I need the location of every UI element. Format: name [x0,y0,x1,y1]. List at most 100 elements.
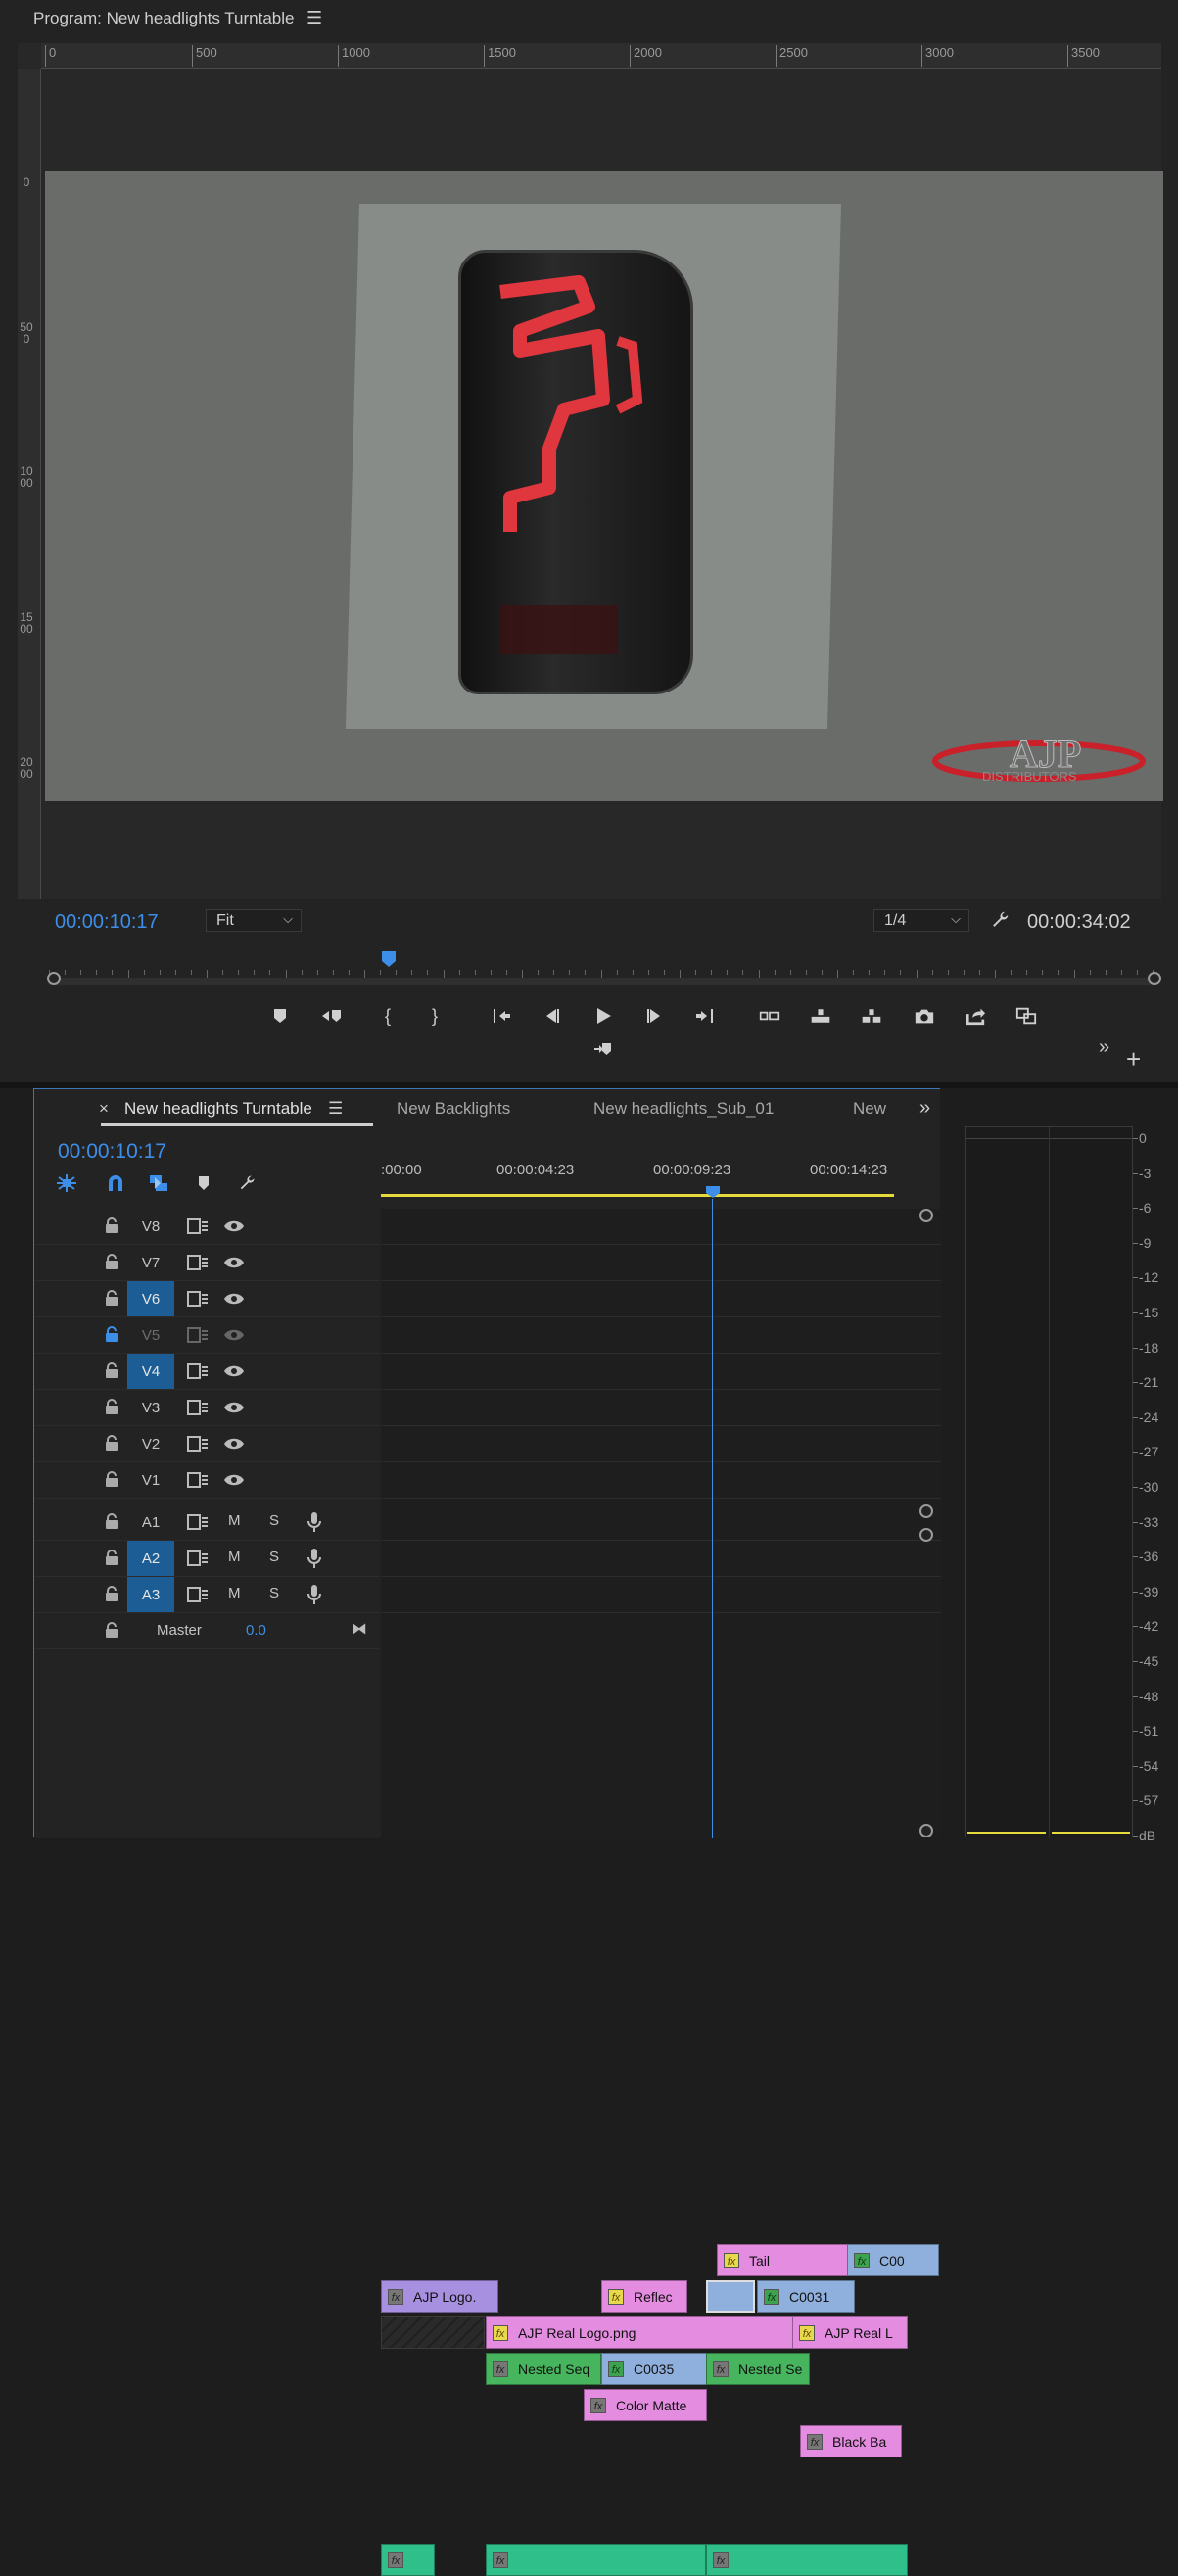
sync-lock-icon[interactable] [187,1587,209,1602]
lock-icon[interactable] [105,1326,118,1342]
mic-icon[interactable] [306,1548,322,1569]
panel-menu-icon[interactable]: ☰ [306,8,322,28]
track-header-master[interactable]: Master 0.0 ⧓ [34,1613,379,1649]
lock-icon[interactable] [105,1217,118,1233]
track-lane-a2[interactable] [381,1541,941,1577]
eye-icon[interactable] [223,1218,245,1234]
clip-v5-ajp-real-logo[interactable]: fx AJP Real Logo.png [486,2316,793,2349]
timeline-settings-button[interactable] [234,1171,259,1195]
scroll-handle-bottom[interactable] [919,1824,933,1837]
clip-v6-ajp-logo[interactable]: fx AJP Logo. [381,2280,498,2313]
eye-icon[interactable] [223,1436,245,1452]
go-to-out-button[interactable] [689,1001,721,1030]
eye-icon[interactable] [223,1400,245,1415]
mute-button[interactable]: M [228,1512,241,1529]
track-lane-v4[interactable] [381,1354,941,1390]
wrench-settings-icon[interactable] [989,909,1011,936]
solo-button[interactable]: S [269,1585,279,1601]
linked-selection-button[interactable] [146,1171,171,1195]
go-to-next-marker-button[interactable] [588,1034,619,1064]
track-target-v2[interactable]: V2 [127,1426,174,1461]
lock-icon[interactable] [105,1254,118,1269]
step-back-button[interactable] [537,1001,568,1030]
go-to-in-button[interactable] [486,1001,517,1030]
sync-lock-icon[interactable] [187,1514,209,1530]
sync-lock-icon[interactable] [187,1255,209,1270]
sync-lock-icon[interactable] [187,1400,209,1415]
lift-button[interactable] [805,1001,836,1030]
track-target-v1[interactable]: V1 [127,1462,174,1498]
track-header-v3[interactable]: V3 [34,1390,379,1426]
tab-new-backlights[interactable]: New Backlights [397,1099,510,1119]
track-target-v3[interactable]: V3 [127,1390,174,1425]
mute-button[interactable]: M [228,1549,241,1565]
monitor-playhead[interactable] [381,950,397,968]
share-button[interactable] [960,1001,991,1030]
sync-lock-icon[interactable] [187,1550,209,1566]
more-controls-icon[interactable]: » [1099,1036,1109,1059]
insert-button[interactable] [754,1001,785,1030]
clip-v6-selected[interactable] [706,2280,755,2313]
scroll-handle-audio-start[interactable] [919,1528,933,1542]
audio-clip-a2-1[interactable]: fx [381,2544,435,2576]
eye-icon[interactable] [223,1291,245,1307]
panel-menu-icon[interactable]: ☰ [328,1099,343,1119]
zoom-handle-right[interactable] [1148,972,1161,985]
track-lane-v7[interactable] [381,1245,941,1281]
tab-new-headlights-turntable[interactable]: New headlights Turntable [124,1099,312,1119]
lock-icon[interactable] [105,1471,118,1487]
export-frame-button[interactable] [909,1001,940,1030]
lock-icon[interactable] [105,1399,118,1414]
scroll-handle-top[interactable] [919,1209,933,1222]
lock-icon[interactable] [105,1513,118,1529]
track-lane-v6[interactable] [381,1281,941,1317]
snap-button[interactable] [103,1171,128,1195]
more-tabs-icon[interactable]: » [919,1097,930,1120]
sync-lock-icon[interactable] [187,1327,209,1343]
mic-icon[interactable] [306,1584,322,1605]
sync-lock-icon[interactable] [187,1218,209,1234]
track-target-v5[interactable]: V5 [127,1317,174,1353]
track-header-v6[interactable]: V6 [34,1281,379,1317]
go-to-end-icon[interactable]: ⧓ [352,1619,367,1639]
track-lane-v2[interactable] [381,1426,941,1462]
track-target-v4[interactable]: V4 [127,1354,174,1389]
timeline-vertical-scrollbar[interactable] [919,1209,933,1838]
clip-v4-nested-seq[interactable]: fx Nested Seq [486,2353,601,2385]
audio-clip-a2-3[interactable]: fx [706,2544,908,2576]
sync-lock-icon[interactable] [187,1291,209,1307]
tab-new[interactable]: New [853,1099,886,1119]
program-video-frame[interactable]: AJP DISTRIBUTORS [45,171,1163,801]
timeline-playhead[interactable] [705,1185,721,1199]
lock-icon[interactable] [105,1435,118,1451]
button-editor-plus-icon[interactable]: + [1126,1044,1141,1074]
lock-icon[interactable] [105,1586,118,1601]
sync-lock-icon[interactable] [187,1472,209,1488]
timeline-timecode[interactable]: 00:00:10:17 [58,1140,166,1164]
zoom-fit-dropdown[interactable]: Fit ⌵ [206,909,302,932]
track-lane-a1[interactable] [381,1504,941,1541]
step-forward-button[interactable] [638,1001,670,1030]
work-area-bar[interactable] [381,1194,894,1197]
lock-icon[interactable] [105,1362,118,1378]
mark-in-button[interactable]: { [372,1001,403,1030]
track-header-a1[interactable]: A1 M S [34,1504,379,1541]
monitor-time-ruler[interactable] [49,970,1155,985]
track-header-v7[interactable]: V7 [34,1245,379,1281]
track-lane-a3[interactable] [381,1577,941,1613]
tab-new-headlights-sub-01[interactable]: New headlights_Sub_01 [593,1099,774,1119]
lock-icon[interactable] [105,1550,118,1565]
close-tab-icon[interactable]: × [99,1099,109,1119]
clip-v2-black-ba[interactable]: fx Black Ba [800,2425,902,2457]
nest-toggle-button[interactable] [54,1171,79,1195]
add-marker-button[interactable] [264,1001,296,1030]
track-header-a3[interactable]: A3 M S [34,1577,379,1613]
clip-v3-color-matte[interactable]: fx Color Matte [584,2389,707,2421]
track-header-v4[interactable]: V4 [34,1354,379,1390]
clip-v4-nested-se[interactable]: fx Nested Se [706,2353,810,2385]
track-target-v7[interactable]: V7 [127,1245,174,1280]
track-target-v6[interactable]: V6 [127,1281,174,1316]
mute-button[interactable]: M [228,1585,241,1601]
track-header-a2[interactable]: A2 M S [34,1541,379,1577]
sync-lock-icon[interactable] [187,1363,209,1379]
